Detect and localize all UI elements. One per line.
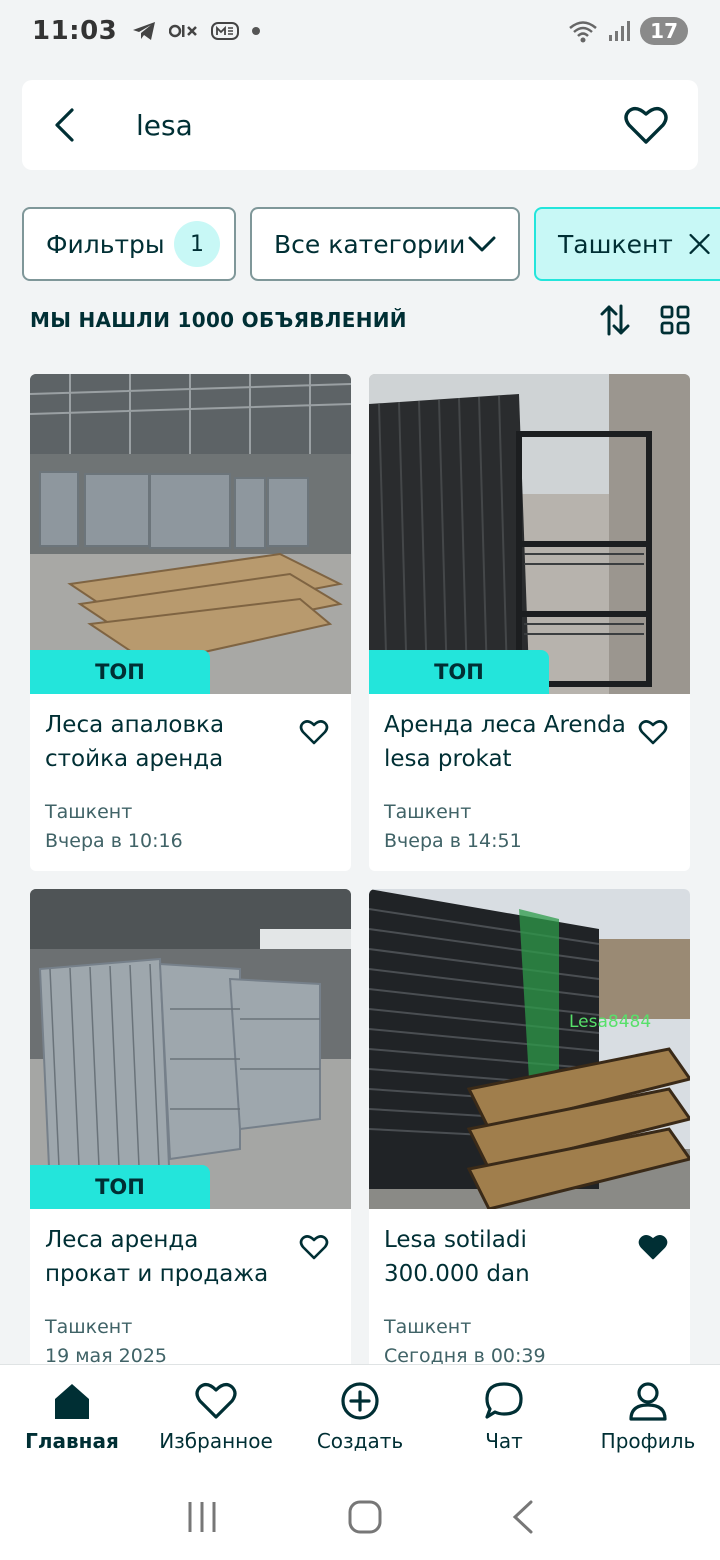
listing-location: Ташкент bbox=[45, 801, 133, 823]
nav-label: Избранное bbox=[159, 1429, 273, 1453]
favorite-heart-filled-icon[interactable] bbox=[638, 1233, 668, 1261]
nav-label: Профиль bbox=[600, 1429, 696, 1453]
heart-icon bbox=[195, 1383, 237, 1419]
olx-icon bbox=[169, 24, 198, 38]
wifi-icon bbox=[569, 21, 597, 43]
nav-profile[interactable]: Профиль bbox=[576, 1365, 720, 1474]
listing-title[interactable]: Lesa sotiladi 300.000 dan bbox=[384, 1223, 629, 1291]
battery-indicator: 17 bbox=[640, 17, 688, 45]
me-icon bbox=[211, 22, 240, 40]
status-time: 11:03 bbox=[32, 16, 118, 46]
listing-image[interactable]: ТОП bbox=[30, 374, 351, 694]
top-badge: ТОП bbox=[30, 650, 210, 694]
home-button-icon[interactable] bbox=[348, 1500, 382, 1534]
listing-location: Ташкент bbox=[384, 801, 472, 823]
signal-icon bbox=[609, 21, 631, 41]
sort-icon[interactable] bbox=[600, 304, 630, 336]
filters-count-badge: 1 bbox=[174, 221, 220, 267]
grid-view-icon[interactable] bbox=[660, 305, 690, 335]
listing-location: Ташкент bbox=[384, 1316, 472, 1338]
status-system-icons: 17 bbox=[568, 17, 688, 45]
search-header: lesa bbox=[22, 80, 698, 170]
nav-favorites[interactable]: Избранное bbox=[144, 1365, 288, 1474]
nav-create[interactable]: Создать bbox=[288, 1365, 432, 1474]
listing-card[interactable]: ТОП Леса аренда прокат и продажа Ташкент… bbox=[30, 889, 351, 1386]
city-filter-chip[interactable]: Ташкент bbox=[534, 207, 720, 281]
image-watermark: Lesa8484 bbox=[569, 1012, 651, 1032]
system-navigation-bar bbox=[0, 1474, 720, 1560]
plus-circle-icon bbox=[341, 1382, 379, 1420]
listing-date: Вчера в 10:16 bbox=[45, 830, 183, 852]
top-badge: ТОП bbox=[30, 1165, 210, 1209]
dot-icon bbox=[252, 27, 261, 35]
listing-image[interactable]: ТОП bbox=[30, 889, 351, 1209]
telegram-icon bbox=[133, 22, 156, 40]
status-notification-icons bbox=[131, 20, 261, 42]
save-search-heart-icon[interactable] bbox=[624, 105, 668, 145]
nav-label: Главная bbox=[25, 1429, 119, 1453]
listing-image[interactable]: Lesa8484 bbox=[369, 889, 690, 1209]
nav-label: Чат bbox=[485, 1429, 523, 1453]
listing-card[interactable]: Lesa8484 Lesa sotiladi 300.000 dan Ташке… bbox=[369, 889, 690, 1386]
favorite-heart-icon[interactable] bbox=[638, 718, 668, 746]
bottom-navigation: Главная Избранное Создать Чат Профиль bbox=[0, 1364, 720, 1474]
listing-date: Вчера в 14:51 bbox=[384, 830, 522, 852]
home-icon bbox=[55, 1384, 89, 1419]
top-badge: ТОП bbox=[369, 650, 549, 694]
listing-image[interactable]: ТОП bbox=[369, 374, 690, 694]
city-label: Ташкент bbox=[558, 229, 673, 259]
chat-icon bbox=[485, 1382, 523, 1419]
nav-label: Создать bbox=[316, 1429, 404, 1453]
filters-button[interactable]: Фильтры 1 bbox=[22, 207, 236, 281]
results-count: МЫ НАШЛИ 1000 ОБЪЯВЛЕНИЙ bbox=[30, 308, 407, 332]
nav-home[interactable]: Главная bbox=[0, 1365, 144, 1474]
chevron-down-icon bbox=[468, 236, 496, 252]
recent-apps-icon[interactable] bbox=[185, 1500, 219, 1534]
nav-chat[interactable]: Чат bbox=[432, 1365, 576, 1474]
listing-card[interactable]: ТОП Аренда леса Arenda lesa prokat Ташке… bbox=[369, 374, 690, 871]
status-bar: 11:03 17 bbox=[0, 0, 720, 62]
category-dropdown[interactable]: Все категории bbox=[250, 207, 520, 281]
profile-icon bbox=[629, 1382, 667, 1421]
listing-title[interactable]: Леса апаловка стойка аренда bbox=[45, 708, 290, 776]
filters-label: Фильтры bbox=[46, 229, 165, 259]
close-icon[interactable] bbox=[689, 231, 710, 257]
favorite-heart-icon[interactable] bbox=[299, 1233, 329, 1261]
back-arrow-icon[interactable] bbox=[52, 107, 78, 143]
listing-card[interactable]: ТОП Леса апаловка стойка аренда Ташкент … bbox=[30, 374, 351, 871]
listing-location: Ташкент bbox=[45, 1316, 133, 1338]
back-button-icon[interactable] bbox=[511, 1500, 535, 1534]
category-label: Все категории bbox=[274, 229, 466, 259]
listing-title[interactable]: Леса аренда прокат и продажа bbox=[45, 1223, 290, 1291]
listing-title[interactable]: Аренда леса Arenda lesa prokat bbox=[384, 708, 629, 776]
favorite-heart-icon[interactable] bbox=[299, 718, 329, 746]
results-header: МЫ НАШЛИ 1000 ОБЪЯВЛЕНИЙ bbox=[30, 300, 690, 340]
search-query[interactable]: lesa bbox=[136, 109, 193, 142]
